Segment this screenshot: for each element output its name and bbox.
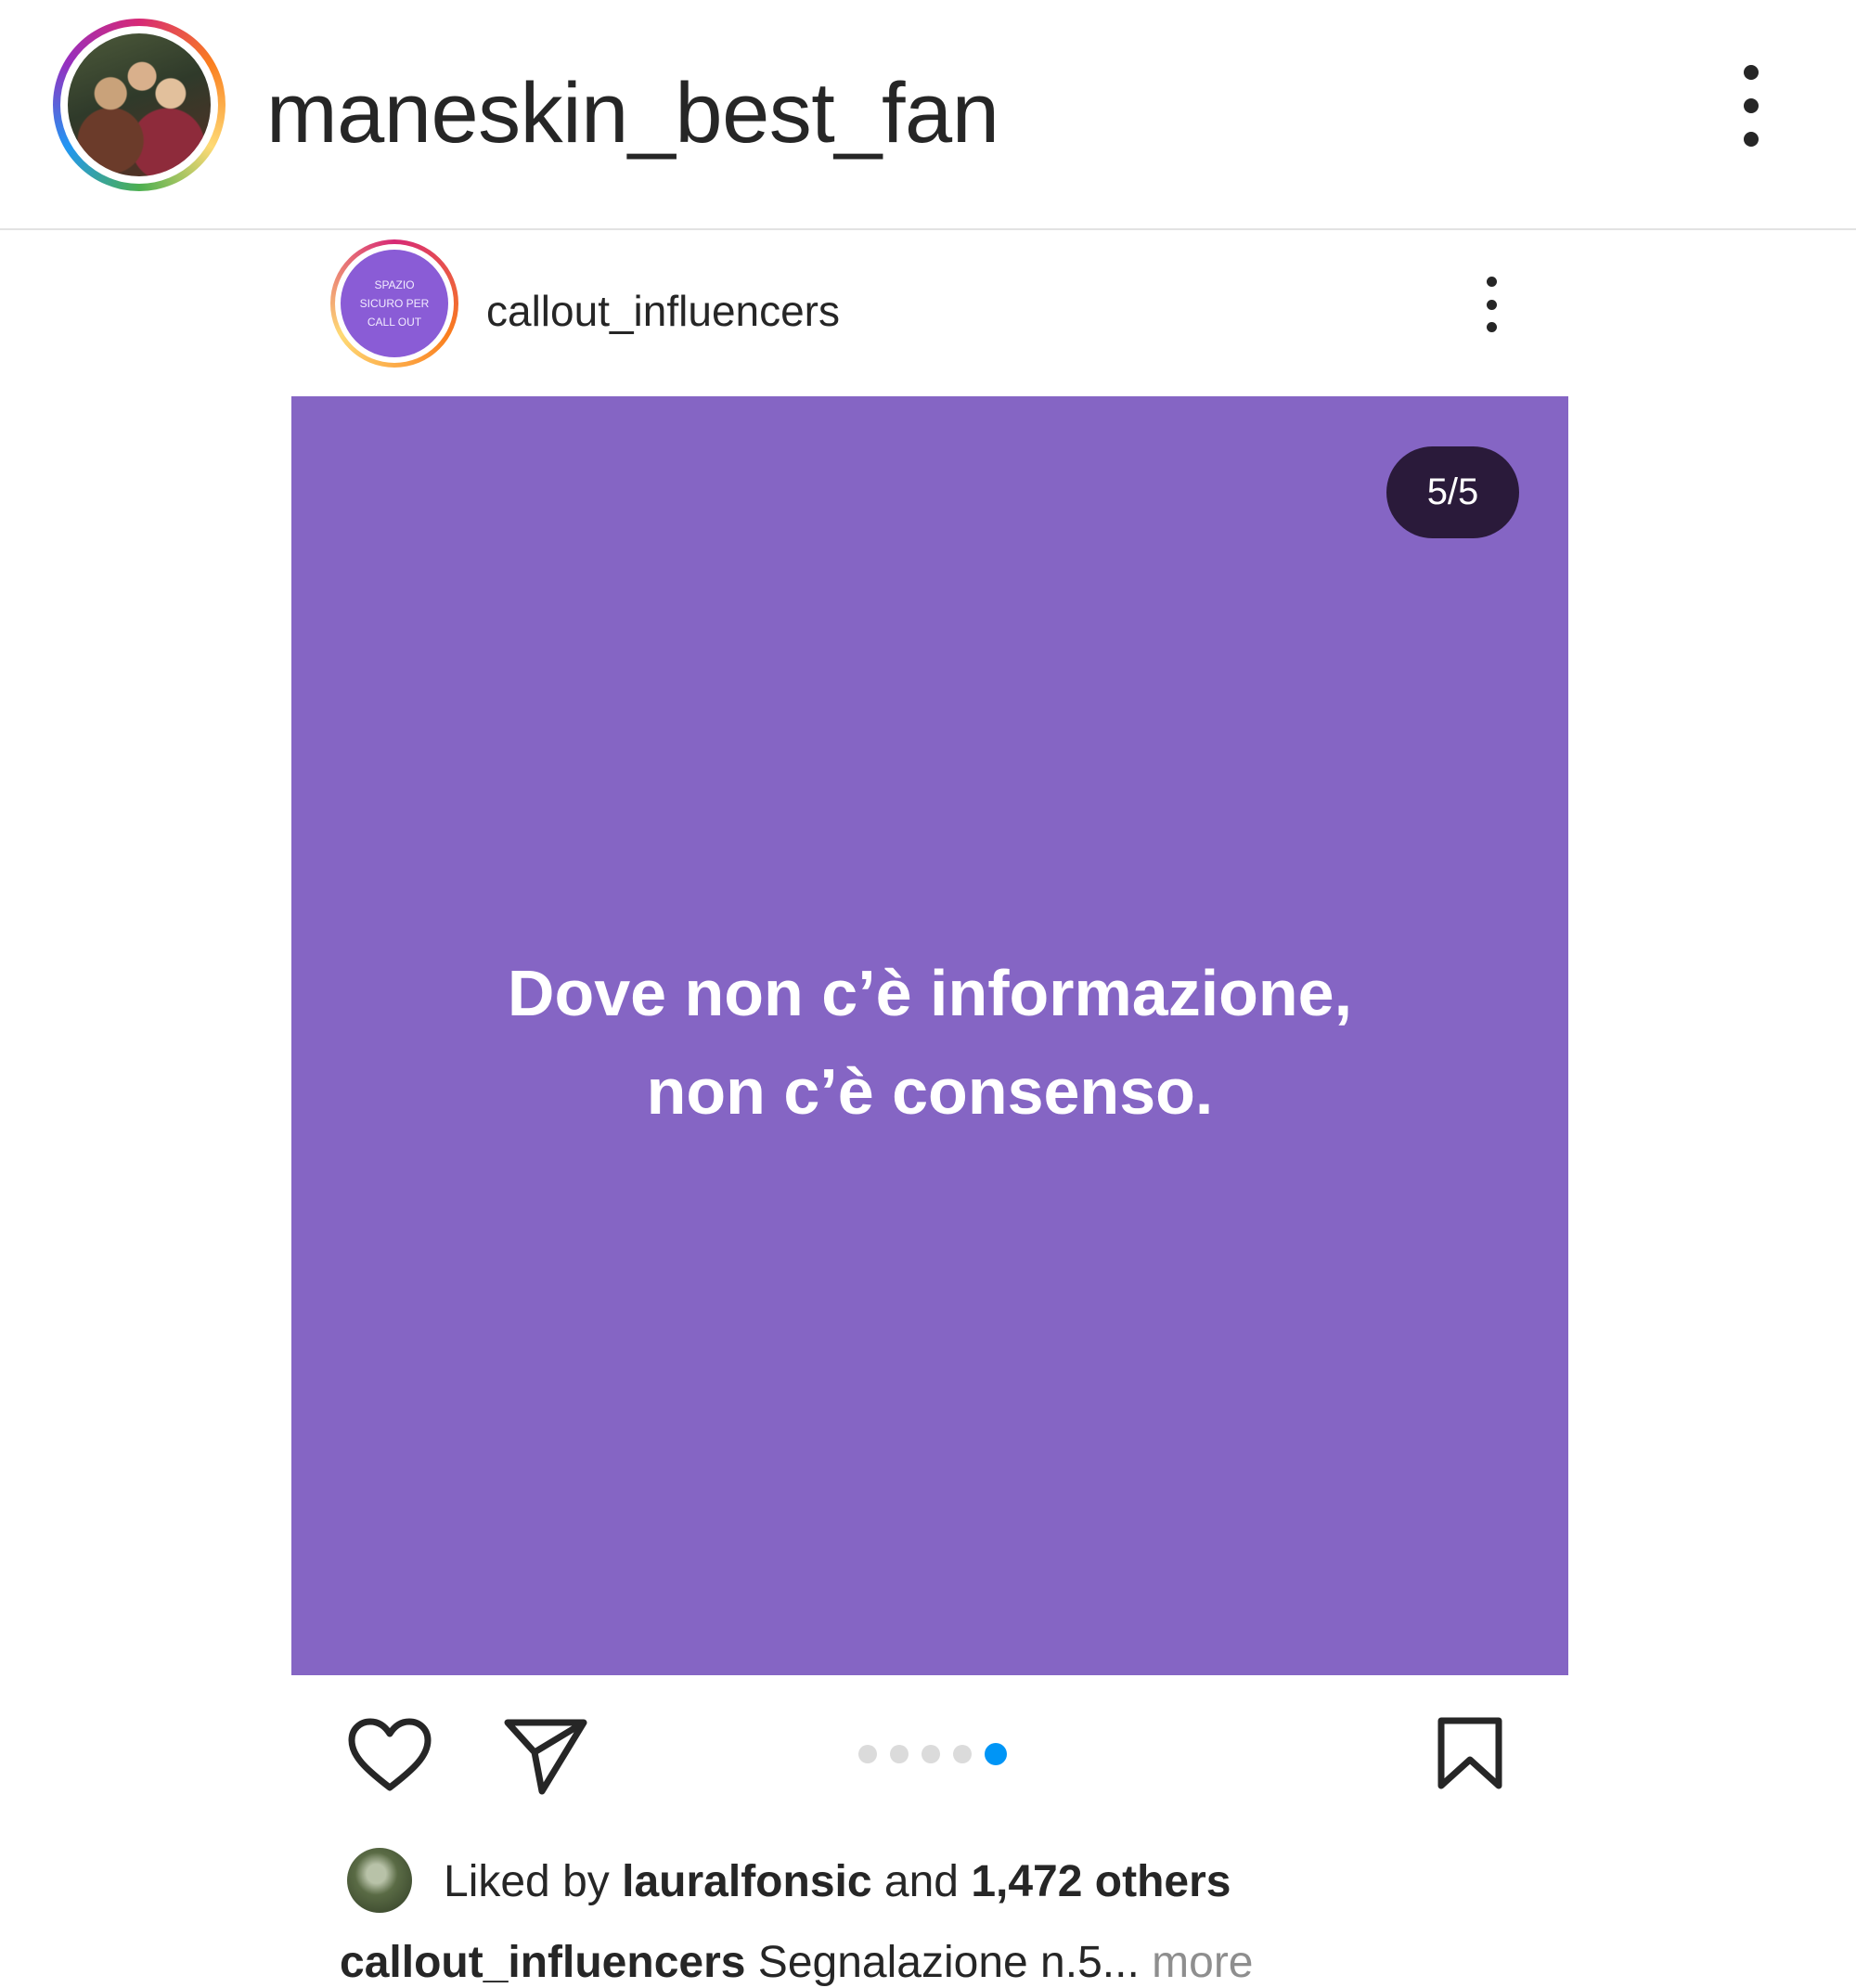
carousel-indicator (858, 1743, 1007, 1765)
liker-username[interactable]: lauralfonsic (622, 1857, 871, 1906)
profile-header: maneskin_best_fan (0, 0, 1856, 230)
quote-line: Dove non c’è informazione, (507, 957, 1353, 1029)
carousel-dot-active (985, 1743, 1007, 1765)
quote-line: non c’è consenso. (646, 1055, 1214, 1128)
caption-text: Segnalazione n.5 (745, 1938, 1102, 1987)
liker-avatar[interactable] (347, 1848, 412, 1913)
paper-plane-icon[interactable] (503, 1717, 588, 1797)
avatar-text-line: SPAZIO (374, 278, 415, 291)
post-more-options-icon[interactable] (1480, 277, 1502, 332)
post-caption: callout_influencers Segnalazione n.5... … (340, 1937, 1254, 1988)
carousel-dot (890, 1745, 909, 1763)
post-image[interactable]: 5/5 Dove non c’è informazione, non c’è c… (291, 396, 1568, 1675)
post-author-avatar-ring[interactable]: SPAZIO SICURO PER CALL OUT (330, 239, 458, 368)
more-options-icon[interactable] (1737, 65, 1765, 147)
post-quote-text: Dove non c’è informazione, non c’è conse… (291, 944, 1568, 1141)
bookmark-icon[interactable] (1437, 1717, 1503, 1789)
caption-more-link[interactable]: more (1140, 1938, 1253, 1987)
caption-ellipsis: ... (1102, 1938, 1140, 1987)
caption-username[interactable]: callout_influencers (340, 1938, 745, 1987)
account-name[interactable]: maneskin_best_fan (266, 65, 999, 162)
profile-story-ring[interactable] (53, 19, 226, 191)
likes-prefix: Liked by (444, 1857, 623, 1906)
heart-icon[interactable] (347, 1717, 432, 1793)
post-author-username[interactable]: callout_influencers (486, 286, 840, 336)
likes-summary[interactable]: Liked by lauralfonsic and 1,472 others (444, 1856, 1231, 1907)
avatar-text-line: CALL OUT (367, 316, 422, 329)
carousel-dot (953, 1745, 972, 1763)
carousel-page-counter: 5/5 (1386, 446, 1519, 538)
carousel-dot (922, 1745, 940, 1763)
post-author-avatar: SPAZIO SICURO PER CALL OUT (341, 250, 448, 357)
carousel-dot (858, 1745, 877, 1763)
avatar-text-line: SICURO PER (359, 297, 430, 310)
likes-middle: and (871, 1857, 972, 1906)
likes-count[interactable]: 1,472 others (971, 1857, 1231, 1906)
profile-avatar (68, 33, 211, 176)
